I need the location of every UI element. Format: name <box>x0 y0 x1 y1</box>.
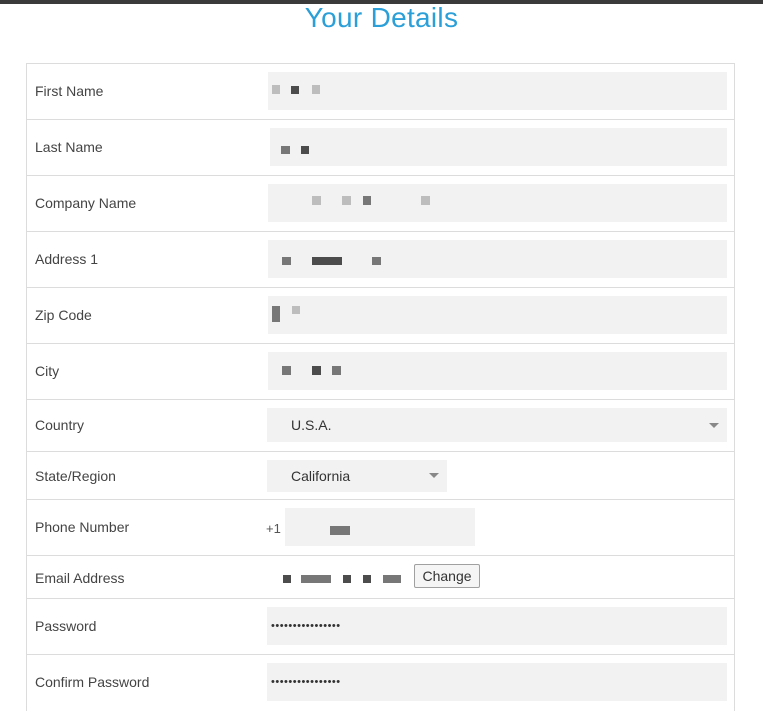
address1-label: Address 1 <box>35 251 99 267</box>
zip-code-label: Zip Code <box>35 307 92 323</box>
password-value: •••••••••••••••• <box>271 620 341 632</box>
address1-input[interactable] <box>268 240 727 278</box>
redacted-text <box>312 85 320 94</box>
row-password: Password •••••••••••••••• <box>27 599 734 655</box>
redacted-text <box>312 366 321 375</box>
country-value: U.S.A. <box>291 417 332 433</box>
redacted-text <box>292 306 300 314</box>
redacted-text <box>272 85 280 94</box>
redacted-text <box>383 575 401 583</box>
row-phone-number: Phone Number +1 <box>27 500 734 556</box>
row-company-name: Company Name <box>27 176 734 232</box>
phone-country-code: +1 <box>266 521 281 536</box>
phone-number-input[interactable] <box>285 508 475 546</box>
email-value <box>267 566 412 588</box>
redacted-text <box>301 146 309 154</box>
row-country: Country U.S.A. <box>27 400 734 452</box>
redacted-text <box>332 366 341 375</box>
redacted-text <box>372 257 381 265</box>
state-region-select[interactable]: California <box>267 460 447 492</box>
email-address-label: Email Address <box>35 570 125 586</box>
last-name-label: Last Name <box>35 139 103 155</box>
redacted-text <box>272 306 280 322</box>
country-label: Country <box>35 417 85 433</box>
page-title: Your Details <box>304 2 459 33</box>
state-region-value: California <box>291 468 351 484</box>
change-email-button[interactable]: Change <box>414 564 480 588</box>
redacted-text <box>312 257 342 265</box>
state-region-label: State/Region <box>35 468 116 484</box>
redacted-text <box>301 575 331 583</box>
zip-code-input[interactable] <box>268 296 727 334</box>
redacted-text <box>281 146 290 154</box>
confirm-password-input[interactable]: •••••••••••••••• <box>267 663 727 701</box>
redacted-text <box>330 526 350 535</box>
city-input[interactable] <box>268 352 727 390</box>
redacted-text <box>363 575 371 583</box>
row-address1: Address 1 <box>27 232 734 288</box>
redacted-text <box>282 366 291 375</box>
country-select[interactable]: U.S.A. <box>267 408 727 442</box>
row-last-name: Last Name <box>27 120 734 176</box>
row-first-name: First Name <box>27 64 734 120</box>
company-name-input[interactable] <box>268 184 727 222</box>
chevron-down-icon <box>429 473 439 478</box>
redacted-text <box>363 196 371 205</box>
redacted-text <box>312 196 321 205</box>
chevron-down-icon <box>709 423 719 428</box>
row-zip-code: Zip Code <box>27 288 734 344</box>
row-email-address: Email Address Change <box>27 556 734 599</box>
city-label: City <box>35 363 60 379</box>
redacted-text <box>342 196 351 205</box>
details-form: First Name Last Name Company Name Addres… <box>26 63 735 711</box>
row-city: City <box>27 344 734 400</box>
redacted-text <box>282 257 291 265</box>
company-name-label: Company Name <box>35 195 137 211</box>
first-name-label: First Name <box>35 83 104 99</box>
last-name-input[interactable] <box>270 128 727 166</box>
first-name-input[interactable] <box>268 72 727 110</box>
redacted-text <box>291 86 299 94</box>
row-state-region: State/Region California <box>27 452 734 500</box>
password-label: Password <box>35 618 97 634</box>
password-input[interactable]: •••••••••••••••• <box>267 607 727 645</box>
confirm-password-value: •••••••••••••••• <box>271 676 341 688</box>
redacted-text <box>421 196 430 205</box>
phone-number-label: Phone Number <box>35 519 130 535</box>
redacted-text <box>283 575 291 583</box>
redacted-text <box>343 575 351 583</box>
row-confirm-password: Confirm Password •••••••••••••••• <box>27 655 734 711</box>
